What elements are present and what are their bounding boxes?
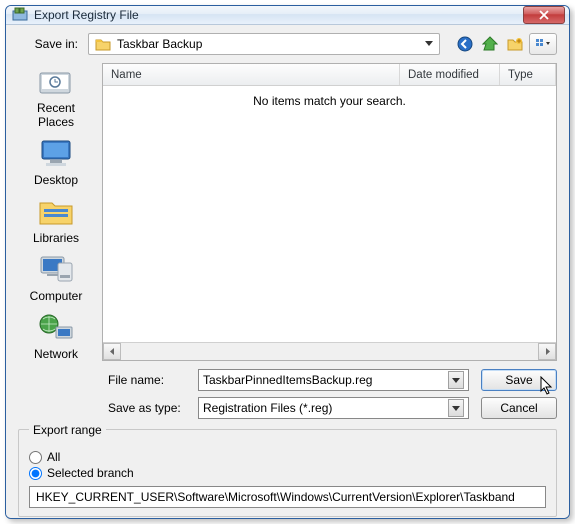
cancel-button[interactable]: Cancel bbox=[481, 397, 557, 419]
scroll-track[interactable] bbox=[121, 343, 538, 360]
close-button[interactable] bbox=[523, 6, 565, 24]
radio-all[interactable] bbox=[29, 451, 42, 464]
up-button[interactable] bbox=[479, 33, 501, 55]
radio-all-label: All bbox=[47, 450, 60, 464]
place-libraries[interactable]: Libraries bbox=[18, 195, 94, 245]
place-label: Desktop bbox=[18, 173, 94, 187]
title-bar: Export Registry File bbox=[6, 6, 569, 25]
form-area: File name: Save Save as type: Registrati… bbox=[18, 369, 557, 425]
places-bar: Recent Places Desktop Libraries Computer… bbox=[18, 63, 94, 361]
save-in-combo[interactable]: Taskbar Backup bbox=[88, 33, 440, 55]
scroll-right-icon[interactable] bbox=[538, 343, 556, 360]
desktop-icon bbox=[36, 137, 76, 171]
radio-all-row[interactable]: All bbox=[29, 450, 546, 464]
save-button[interactable]: Save bbox=[481, 369, 557, 391]
filename-dropdown-button[interactable] bbox=[448, 371, 464, 389]
filename-input-wrap bbox=[198, 369, 469, 391]
export-registry-dialog: Export Registry File Save in: Taskbar Ba… bbox=[5, 5, 570, 519]
libraries-icon bbox=[36, 195, 76, 229]
views-button[interactable] bbox=[529, 33, 557, 55]
place-label: Recent Places bbox=[18, 101, 94, 129]
scroll-left-icon[interactable] bbox=[103, 343, 121, 360]
back-button[interactable] bbox=[454, 33, 476, 55]
horizontal-scrollbar[interactable] bbox=[103, 342, 556, 360]
dialog-body: Save in: Taskbar Backup bbox=[6, 25, 569, 519]
place-label: Network bbox=[18, 347, 94, 361]
place-desktop[interactable]: Desktop bbox=[18, 137, 94, 187]
column-date[interactable]: Date modified bbox=[400, 64, 500, 85]
radio-selected-row[interactable]: Selected branch bbox=[29, 466, 546, 480]
save-in-row: Save in: Taskbar Backup bbox=[18, 33, 557, 55]
file-list-body: No items match your search. bbox=[103, 86, 556, 342]
column-name[interactable]: Name bbox=[103, 64, 400, 85]
save-in-value: Taskbar Backup bbox=[117, 37, 425, 51]
save-in-label: Save in: bbox=[18, 37, 78, 51]
save-as-type-dropdown-button[interactable] bbox=[448, 399, 464, 417]
folder-icon bbox=[95, 37, 111, 51]
radio-selected[interactable] bbox=[29, 467, 42, 480]
filename-label: File name: bbox=[108, 373, 198, 387]
filename-input[interactable] bbox=[203, 373, 448, 387]
export-range-legend: Export range bbox=[29, 423, 106, 437]
file-list-header: Name Date modified Type bbox=[103, 64, 556, 86]
save-as-type-label: Save as type: bbox=[108, 401, 198, 415]
empty-message: No items match your search. bbox=[253, 94, 406, 342]
export-range-group: Export range All Selected branch bbox=[18, 429, 557, 517]
place-recent[interactable]: Recent Places bbox=[18, 65, 94, 129]
file-list-pane: Name Date modified Type No items match y… bbox=[102, 63, 557, 361]
place-computer[interactable]: Computer bbox=[18, 253, 94, 303]
dialog-title: Export Registry File bbox=[34, 8, 523, 22]
place-label: Libraries bbox=[18, 231, 94, 245]
radio-selected-label: Selected branch bbox=[47, 466, 134, 480]
network-icon bbox=[36, 311, 76, 345]
column-type[interactable]: Type bbox=[500, 64, 556, 85]
computer-icon bbox=[36, 253, 76, 287]
chevron-down-icon bbox=[425, 41, 433, 47]
toolbar-nav bbox=[454, 33, 557, 55]
recent-icon bbox=[36, 65, 76, 99]
branch-path-input[interactable] bbox=[29, 486, 546, 508]
place-label: Computer bbox=[18, 289, 94, 303]
place-network[interactable]: Network bbox=[18, 311, 94, 361]
save-as-type-combo[interactable]: Registration Files (*.reg) bbox=[198, 397, 469, 419]
new-folder-button[interactable] bbox=[504, 33, 526, 55]
mouse-cursor-icon bbox=[540, 376, 554, 396]
save-as-type-value: Registration Files (*.reg) bbox=[203, 401, 448, 415]
regedit-icon bbox=[12, 7, 28, 23]
